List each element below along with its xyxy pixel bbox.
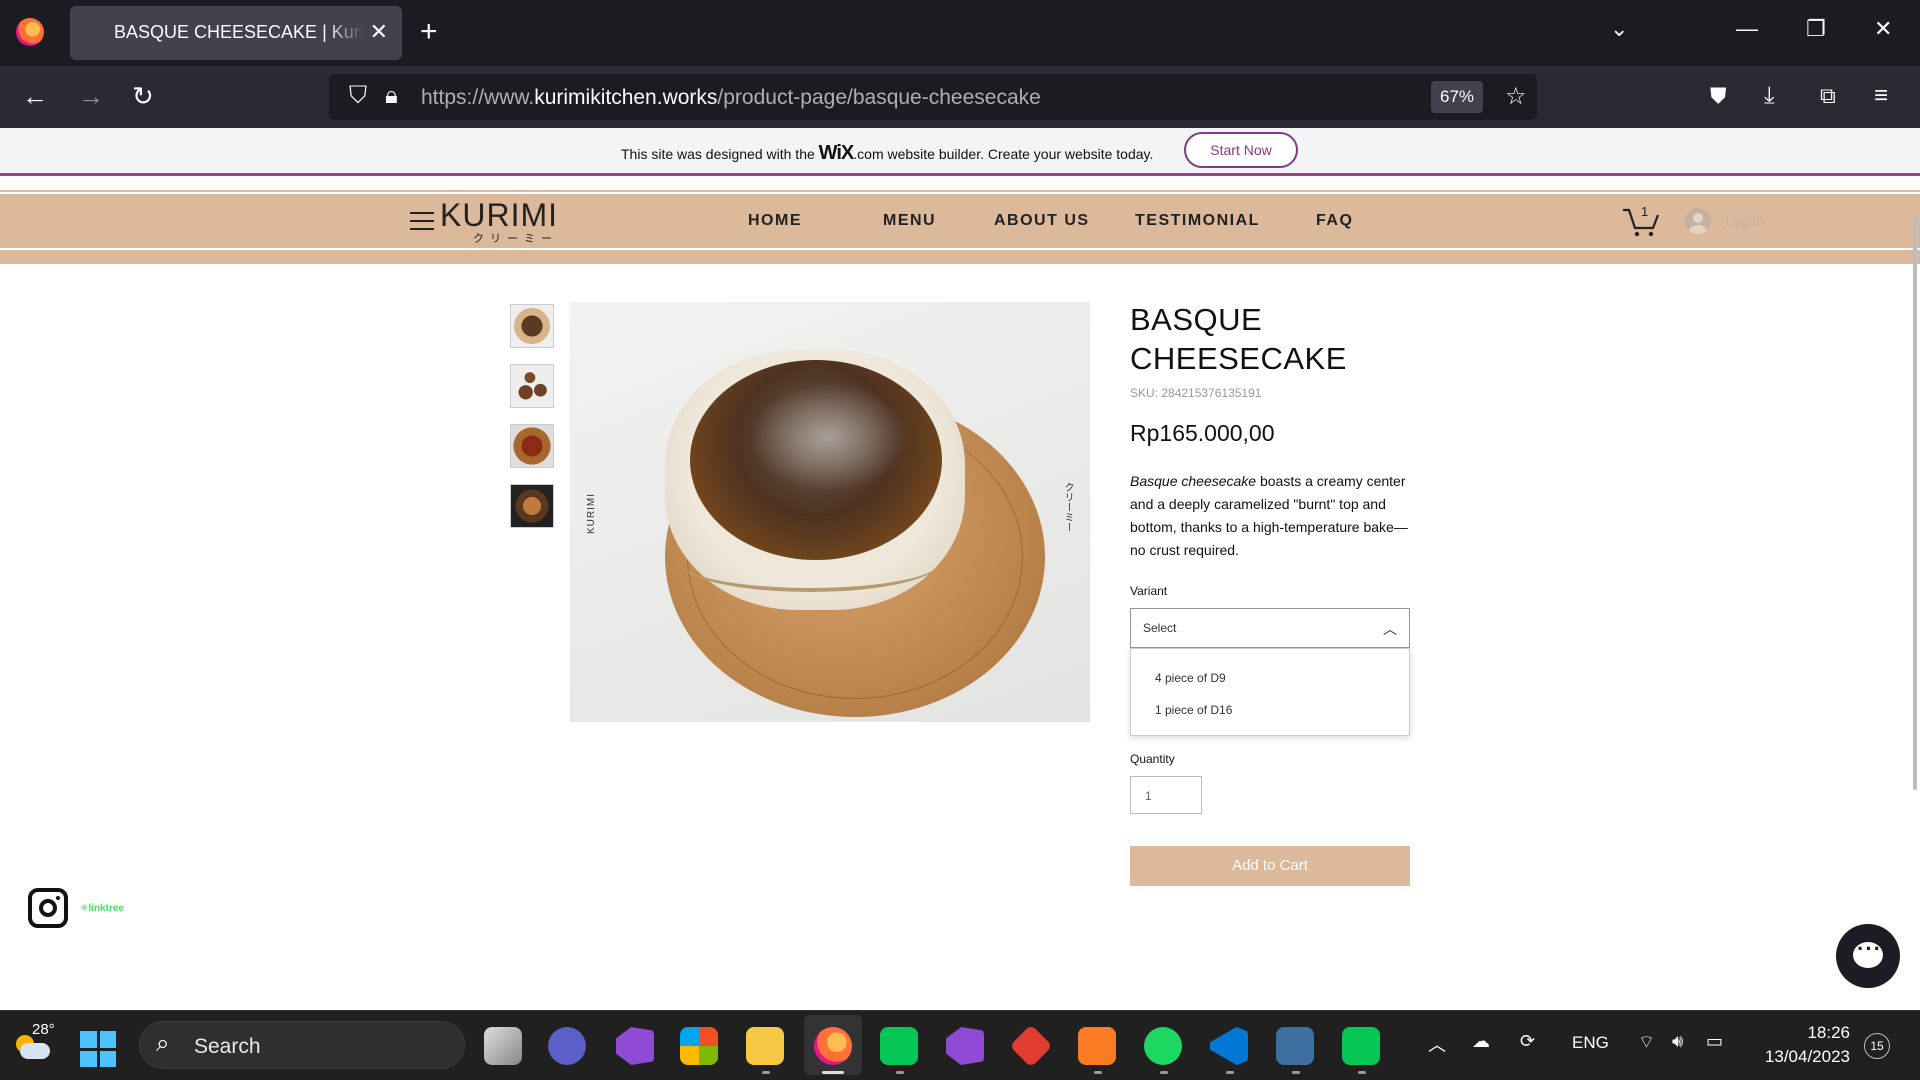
image-brand-text-jp: クリーミー — [1062, 482, 1073, 532]
page-scrollbar[interactable] — [1913, 216, 1917, 790]
list-tabs-icon[interactable]: ⌄ — [1610, 16, 1628, 42]
product-title: BASQUE CHEESECAKE — [1130, 302, 1347, 376]
volume-icon[interactable]: 🔊︎ — [1672, 1031, 1683, 1052]
teams-icon[interactable] — [548, 1027, 586, 1065]
nav-faq[interactable]: FAQ — [1316, 212, 1353, 230]
product-price: Rp165.000,00 — [1130, 420, 1275, 446]
onedrive-icon[interactable]: ☁ — [1472, 1031, 1490, 1052]
line-icon[interactable] — [880, 1027, 918, 1065]
firefox-taskbar-icon[interactable] — [814, 1027, 852, 1065]
wifi-icon[interactable]: ⌔ — [1638, 1031, 1655, 1054]
new-tab-icon[interactable]: + — [420, 14, 438, 50]
weather-temperature: 28° — [32, 1021, 55, 1038]
close-window-icon[interactable]: ✕ — [1874, 16, 1892, 42]
menu-icon[interactable]: ≡ — [1874, 80, 1888, 112]
start-icon[interactable] — [80, 1031, 116, 1067]
nav-about-us[interactable]: ABOUT US — [994, 212, 1090, 230]
browser-tab-bar: BASQUE CHEESECAKE | Kurimi K ✕ + ⌄ — ❐ ✕ — [0, 0, 1920, 66]
twine — [680, 532, 940, 592]
variant-selected-value: Select — [1143, 621, 1177, 635]
chevron-up-icon[interactable]: ︿ — [1428, 1031, 1446, 1057]
forward-icon[interactable]: → — [78, 80, 104, 112]
lock-icon[interactable]: 🔒︎ — [385, 82, 398, 110]
add-to-cart-button[interactable]: Add to Cart — [1130, 846, 1410, 886]
file-explorer-icon[interactable] — [746, 1027, 784, 1065]
xampp-icon[interactable] — [1078, 1027, 1116, 1065]
variant-label: Variant — [1130, 584, 1168, 598]
quantity-input[interactable]: 1 — [1130, 776, 1202, 814]
vscode-icon[interactable] — [1210, 1027, 1248, 1065]
quantity-label: Quantity — [1130, 752, 1175, 766]
hamburger-icon[interactable] — [410, 212, 434, 236]
close-tab-icon[interactable]: ✕ — [370, 20, 388, 44]
line-2-icon[interactable] — [1342, 1027, 1380, 1065]
product-sku: SKU: 284215376135191 — [1130, 386, 1262, 400]
site-header: KURIMI クリーミー HOME MENU ABOUT US TESTIMON… — [0, 190, 1920, 264]
language-indicator[interactable]: ENG — [1572, 1033, 1609, 1053]
wix-banner-text: This site was designed with the WiX.com … — [621, 142, 1154, 164]
git-icon[interactable] — [1009, 1024, 1053, 1068]
start-now-button[interactable]: Start Now — [1184, 132, 1298, 168]
visual-studio-icon[interactable] — [616, 1027, 654, 1065]
shield-icon[interactable]: ⛉ — [349, 82, 367, 110]
restore-icon[interactable]: ❐ — [1806, 16, 1826, 42]
variant-option[interactable]: 1 piece of D16 — [1155, 703, 1232, 717]
image-brand-text: KURIMI — [586, 493, 597, 534]
nav-menu[interactable]: MENU — [883, 212, 936, 230]
product-main-image[interactable]: KURIMI クリーミー — [570, 302, 1090, 722]
avatar-icon — [1685, 208, 1711, 234]
minimize-icon[interactable]: — — [1736, 16, 1758, 42]
tab-title: BASQUE CHEESECAKE | Kurimi K — [114, 22, 364, 42]
firefox-icon[interactable] — [16, 18, 44, 46]
product-thumbnail[interactable] — [510, 484, 554, 528]
product-thumbnail[interactable] — [510, 424, 554, 468]
task-view-icon[interactable] — [484, 1027, 522, 1065]
battery-icon[interactable]: ▭ — [1706, 1031, 1723, 1052]
linktree-link[interactable]: ✳linktree — [80, 903, 124, 914]
product-description: Basque cheesecake boasts a creamy center… — [1130, 473, 1408, 558]
browser-tab[interactable]: BASQUE CHEESECAKE | Kurimi K ✕ — [70, 6, 402, 60]
variant-option[interactable]: 4 piece of D9 — [1155, 671, 1226, 685]
download-icon[interactable]: ⤓ — [1764, 80, 1775, 112]
product-thumbnail[interactable] — [510, 364, 554, 408]
browser-toolbar: ← → ↻ ⛉ 🔒︎ https://www.kurimikitchen.wor… — [0, 66, 1920, 128]
search-icon: ⌕ — [156, 1030, 170, 1057]
spotify-icon[interactable] — [1144, 1027, 1182, 1065]
taskbar-search[interactable]: ⌕ Search — [139, 1021, 465, 1069]
product-thumbnail[interactable] — [510, 304, 554, 348]
sync-icon[interactable]: ⟳ — [1520, 1031, 1535, 1052]
bookmark-star-icon[interactable]: ☆ — [1505, 82, 1527, 111]
nav-testimonial[interactable]: TESTIMONIAL — [1135, 212, 1260, 230]
instagram-icon[interactable] — [28, 888, 68, 928]
back-icon[interactable]: ← — [22, 80, 48, 112]
windows-taskbar: 28° ⌕ Search ︿ ☁ ⟳ ENG ⌔ 🔊︎ ▭ 18:26 13/0… — [0, 1010, 1920, 1080]
cart-count: 1 — [1641, 204, 1649, 219]
notification-badge[interactable]: 15 — [1864, 1033, 1890, 1059]
nav-home[interactable]: HOME — [748, 212, 802, 230]
extensions-icon[interactable]: ⧉ — [1820, 80, 1836, 112]
variant-dropdown: 4 piece of D9 1 piece of D16 — [1130, 648, 1410, 736]
mysql-workbench-icon[interactable] — [1276, 1027, 1314, 1065]
chat-button[interactable] — [1836, 924, 1900, 988]
wix-banner: This site was designed with the WiX.com … — [0, 128, 1920, 176]
site-logo[interactable]: KURIMI クリーミー — [440, 198, 558, 246]
url-text[interactable]: https://www.kurimikitchen.works/product-… — [421, 86, 1041, 110]
visual-studio-2-icon[interactable] — [946, 1027, 984, 1065]
chevron-up-icon: ︿ — [1383, 621, 1397, 637]
microsoft-store-icon[interactable] — [680, 1027, 718, 1065]
pocket-icon[interactable]: ⛊ — [1710, 80, 1727, 112]
clock[interactable]: 18:26 13/04/2023 — [1740, 1021, 1850, 1069]
zoom-level[interactable]: 67% — [1431, 81, 1483, 113]
reload-icon[interactable]: ↻ — [132, 80, 154, 112]
address-bar[interactable]: ⛉ 🔒︎ https://www.kurimikitchen.works/pro… — [329, 74, 1537, 120]
variant-select[interactable]: Select ︿ — [1130, 608, 1410, 648]
